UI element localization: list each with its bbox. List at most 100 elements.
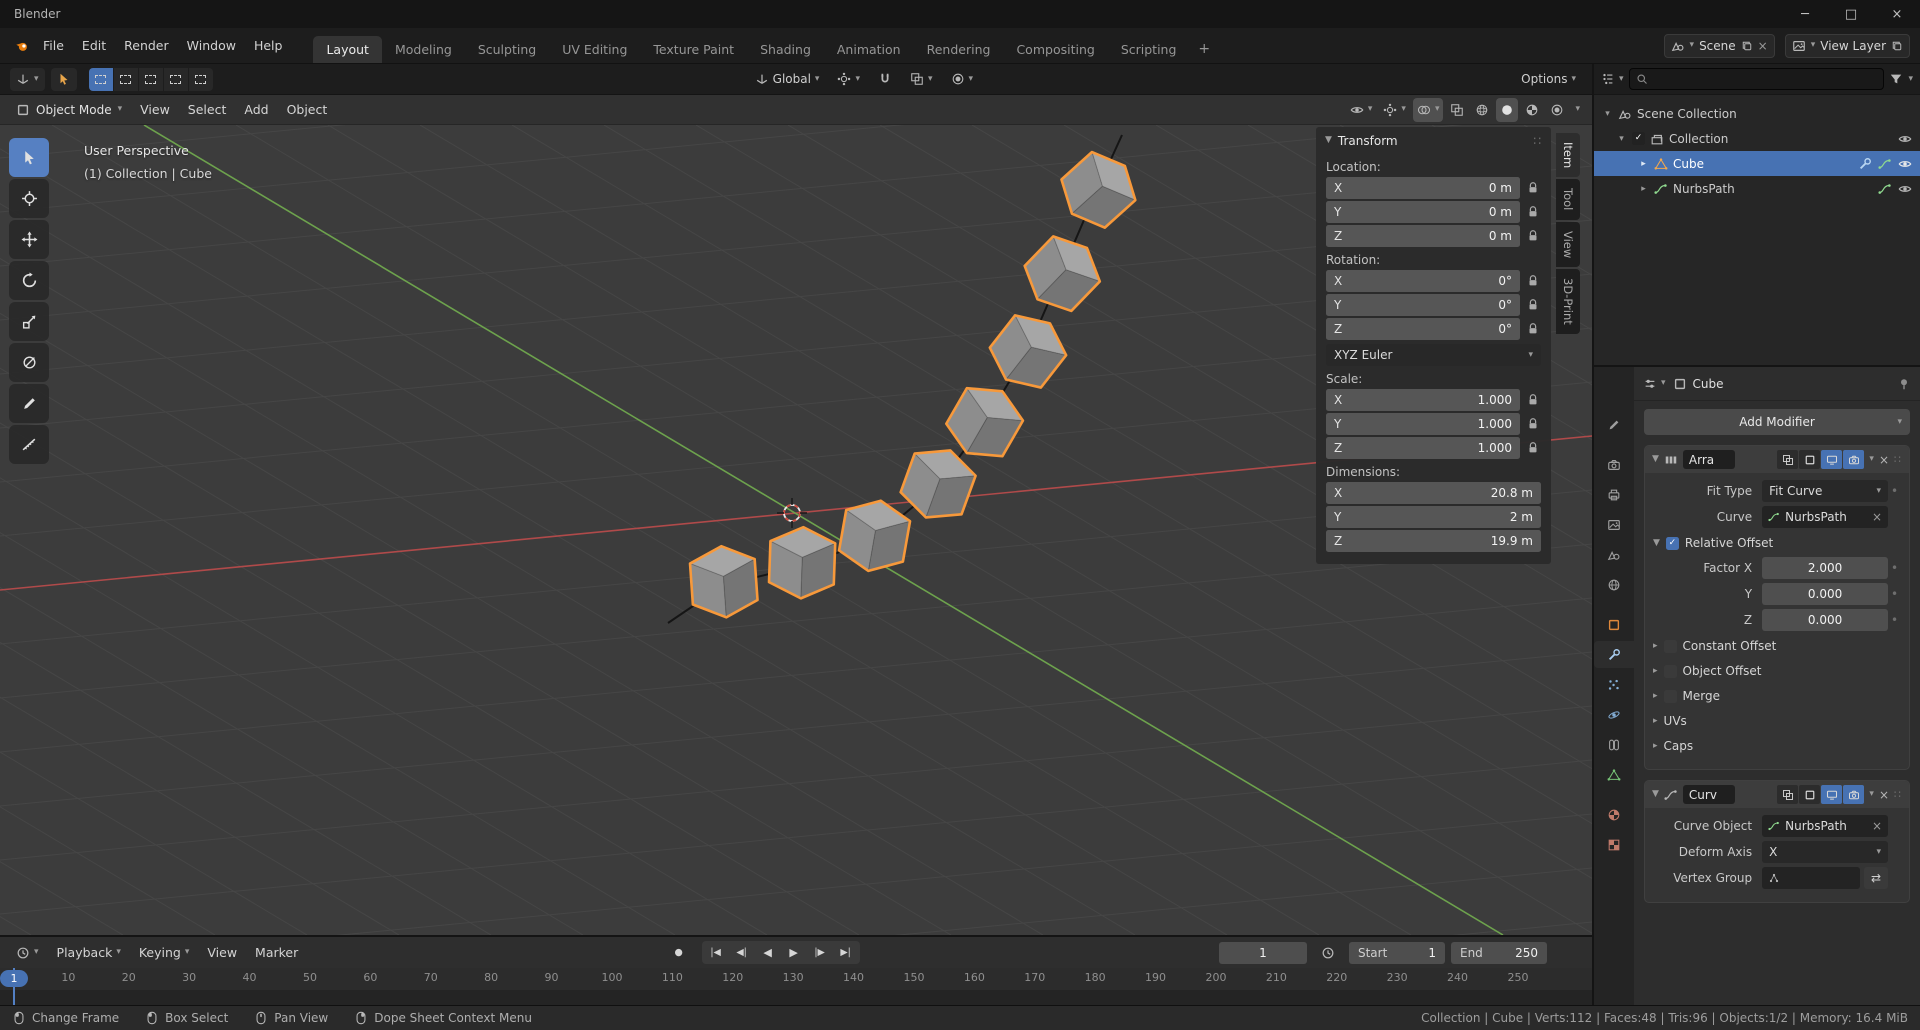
select-mode-subtract[interactable] — [138, 67, 163, 91]
scale-x-field[interactable]: X 1.000 — [1326, 389, 1520, 411]
unlink-scene-icon[interactable]: × — [1758, 39, 1768, 53]
properties-tab-material[interactable] — [1594, 801, 1634, 828]
workspace-tab-modeling[interactable]: Modeling — [382, 36, 465, 63]
lock-icon[interactable] — [1525, 229, 1541, 243]
curve-modifier-header[interactable]: ▼ Curv ▾ × ∷ — [1645, 781, 1909, 808]
object-offset-section[interactable]: ▸ Object Offset — [1653, 660, 1901, 682]
array-modifier-header[interactable]: ▼ Arra ▾ × ∷ — [1645, 446, 1909, 473]
workspace-tab-sculpting[interactable]: Sculpting — [465, 36, 549, 63]
new-scene-icon[interactable] — [1741, 40, 1753, 52]
tool-transform[interactable] — [9, 343, 49, 382]
drag-handle-icon[interactable]: ∷ — [1894, 788, 1902, 801]
clear-icon[interactable]: × — [1872, 819, 1882, 833]
location-y-field[interactable]: Y 0 m — [1326, 201, 1520, 223]
disclosure-icon[interactable]: ▾ — [1616, 134, 1627, 144]
rotation-x-field[interactable]: X 0° — [1326, 270, 1520, 292]
animate-dot-icon[interactable]: • — [1888, 484, 1901, 498]
menu-add[interactable]: Add — [236, 98, 276, 122]
workspace-tab-texture-paint[interactable]: Texture Paint — [640, 36, 747, 63]
relative-offset-checkbox[interactable]: ✓ — [1665, 536, 1679, 550]
proportional-editing-toggle[interactable]: ▾ — [945, 68, 980, 91]
sidebar-tab-tool[interactable]: Tool — [1556, 179, 1580, 220]
modifier-extras-menu[interactable]: ▾ — [1869, 455, 1874, 464]
deform-axis-dropdown[interactable]: X ▾ — [1762, 841, 1888, 863]
realtime-display-toggle[interactable] — [1821, 785, 1843, 804]
properties-tab-modifiers[interactable] — [1594, 641, 1634, 668]
dimensions-x-field[interactable]: X 20.8 m — [1326, 482, 1541, 504]
lock-icon[interactable] — [1525, 205, 1541, 219]
tool-cursor[interactable] — [9, 179, 49, 218]
tool-annotate[interactable] — [9, 384, 49, 423]
disclosure-open-icon[interactable]: ▼ — [1652, 790, 1659, 799]
menu-view[interactable]: View — [132, 98, 178, 122]
auto-keying-toggle[interactable]: ● — [666, 942, 692, 963]
collection-checkbox[interactable]: ✓ — [1632, 132, 1645, 145]
disclosure-icon[interactable]: ▸ — [1638, 184, 1649, 194]
select-mode-intersect[interactable] — [188, 67, 213, 91]
merge-section[interactable]: ▸ Merge — [1653, 685, 1901, 707]
next-keyframe-button[interactable]: |▶ — [807, 942, 833, 963]
rotation-mode-dropdown[interactable]: XYZ Euler ▾ — [1326, 344, 1541, 366]
menu-file[interactable]: File — [34, 34, 73, 58]
view-layer-selector[interactable]: ▾ View Layer — [1784, 33, 1910, 58]
properties-editor-type-button[interactable]: ▾ — [1643, 377, 1666, 391]
properties-tab-world[interactable] — [1594, 571, 1634, 598]
lock-icon[interactable] — [1525, 298, 1541, 312]
prev-keyframe-button[interactable]: ◀| — [729, 942, 755, 963]
eye-icon[interactable] — [1898, 132, 1912, 146]
tree-row-collection[interactable]: ▾ ✓ Collection — [1594, 126, 1920, 151]
delete-modifier-button[interactable]: × — [1879, 453, 1889, 467]
animate-dot-icon[interactable]: • — [1888, 613, 1901, 627]
workspace-tab-animation[interactable]: Animation — [824, 36, 914, 63]
transform-panel-header[interactable]: ▼ Transform ∷ — [1316, 127, 1551, 154]
rotation-y-field[interactable]: Y 0° — [1326, 294, 1520, 316]
tool-rotate[interactable] — [9, 261, 49, 300]
menu-view-timeline[interactable]: View — [199, 941, 245, 965]
end-frame-field[interactable]: End 250 — [1450, 941, 1547, 964]
shading-dropdown[interactable]: ▾ — [1571, 98, 1584, 122]
menu-window[interactable]: Window — [178, 34, 245, 58]
render-display-toggle[interactable] — [1843, 785, 1865, 804]
lock-icon[interactable] — [1525, 274, 1541, 288]
shading-rendered-button[interactable] — [1546, 98, 1568, 122]
lock-icon[interactable] — [1525, 322, 1541, 336]
scene-selector[interactable]: ▾ Scene × — [1663, 33, 1775, 58]
constant-offset-section[interactable]: ▸ Constant Offset — [1653, 635, 1901, 657]
fit-type-dropdown[interactable]: Fit Curve ▾ — [1762, 480, 1888, 502]
factor-z-field[interactable]: 0.000 — [1762, 609, 1888, 631]
minimize-button[interactable]: ─ — [1782, 0, 1828, 28]
properties-tab-object[interactable] — [1594, 611, 1634, 638]
snap-settings-dropdown[interactable]: ▾ — [904, 68, 939, 91]
preview-range-toggle[interactable] — [1313, 946, 1343, 960]
factor-y-field[interactable]: 0.000 — [1762, 583, 1888, 605]
menu-render[interactable]: Render — [115, 34, 178, 58]
properties-tab-tool[interactable] — [1594, 411, 1634, 438]
properties-tab-texture[interactable] — [1594, 831, 1634, 858]
close-button[interactable]: × — [1874, 0, 1920, 28]
on-cage-toggle[interactable] — [1777, 450, 1799, 469]
overlays-dropdown[interactable]: ▾ — [1412, 97, 1444, 122]
blender-logo-icon[interactable] — [10, 37, 34, 55]
menu-playback[interactable]: Playback ▾ — [49, 941, 129, 965]
render-display-toggle[interactable] — [1843, 450, 1865, 469]
menu-select[interactable]: Select — [180, 98, 235, 122]
panel-grip-icon[interactable]: ∷ — [1533, 134, 1542, 148]
disclosure-closed-icon[interactable]: ▸ — [1653, 641, 1658, 651]
lock-icon[interactable] — [1525, 441, 1541, 455]
disclosure-closed-icon[interactable]: ▸ — [1653, 691, 1658, 701]
rotation-z-field[interactable]: Z 0° — [1326, 318, 1520, 340]
dimensions-z-field[interactable]: Z 19.9 m — [1326, 530, 1541, 552]
modifier-name-field[interactable]: Curv — [1682, 785, 1735, 804]
sidebar-tab-item[interactable]: Item — [1556, 133, 1580, 178]
curve-object-field[interactable]: NurbsPath × — [1762, 506, 1888, 528]
object-visibility-dropdown[interactable]: ▾ — [1346, 98, 1377, 122]
menu-keying[interactable]: Keying ▾ — [131, 941, 198, 965]
disclosure-icon[interactable]: ▾ — [1602, 109, 1613, 119]
active-tool-button[interactable] — [50, 67, 77, 91]
editor-type-button[interactable]: ▾ — [10, 67, 45, 91]
location-z-field[interactable]: Z 0 m — [1326, 225, 1520, 247]
menu-help[interactable]: Help — [245, 34, 292, 58]
curve-data-icon[interactable] — [1878, 157, 1892, 171]
workspace-tab-shading[interactable]: Shading — [747, 36, 824, 63]
jump-to-start-button[interactable]: |◀ — [703, 942, 729, 963]
